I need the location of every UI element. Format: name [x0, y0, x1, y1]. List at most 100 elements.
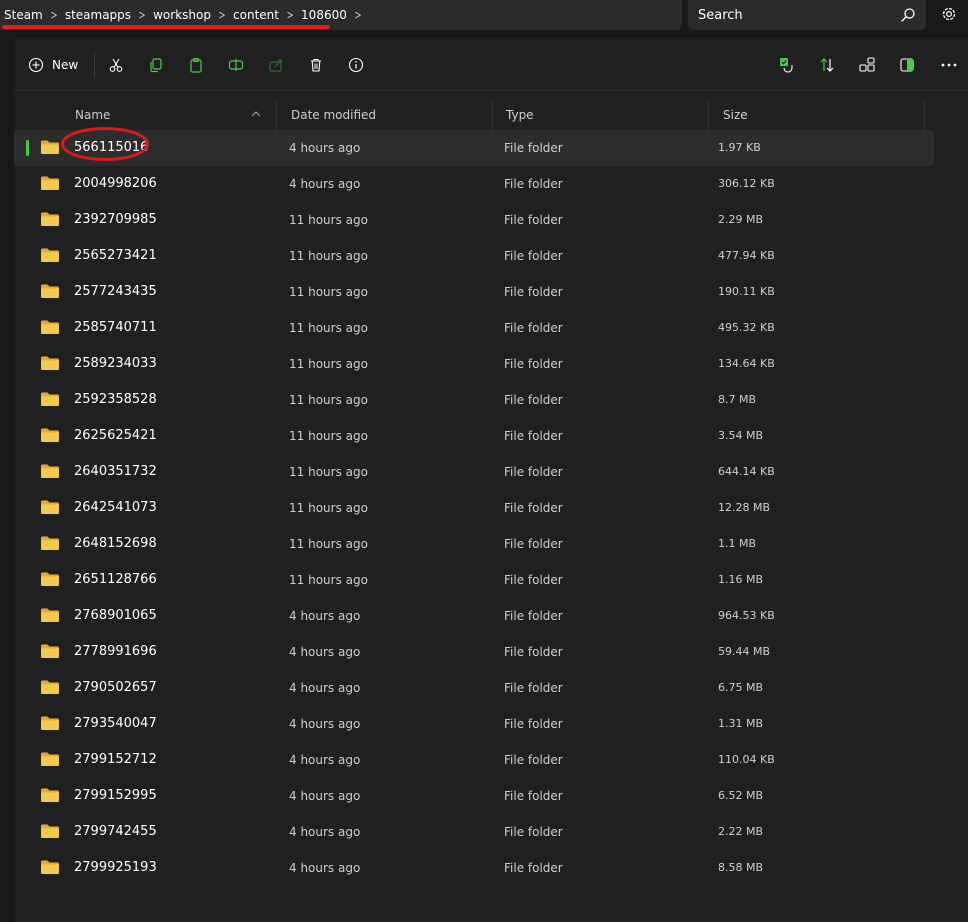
table-row[interactable]: 2799152712 4 hours ago File folder 110.04 K… — [14, 742, 934, 778]
file-date-modified: 4 hours ago — [289, 609, 361, 623]
breadcrumb-item-108600[interactable]: 108600 — [299, 8, 349, 22]
file-type: File folder — [504, 645, 563, 659]
file-name[interactable]: 2592358528 — [74, 382, 157, 418]
folder-icon — [41, 860, 59, 874]
table-row[interactable]: 2589234033 11 hours ago File folder 134.64 … — [14, 346, 934, 382]
breadcrumb-item-steam[interactable]: Steam — [2, 8, 45, 22]
file-name[interactable]: 2799925193 — [74, 850, 157, 886]
file-date-modified: 4 hours ago — [289, 717, 361, 731]
share-button[interactable] — [265, 54, 287, 76]
file-name[interactable]: 2799742455 — [74, 814, 157, 850]
table-row[interactable]: 2642541073 11 hours ago File folder 12.28 M… — [14, 490, 934, 526]
file-size: 306.12 KB — [718, 177, 775, 190]
chevron-right-icon[interactable]: > — [284, 8, 297, 22]
file-name[interactable]: 2799152995 — [74, 778, 157, 814]
table-row[interactable]: 2799152995 4 hours ago File folder 6.52 MB — [14, 778, 934, 814]
file-type: File folder — [504, 681, 563, 695]
table-row[interactable]: 2592358528 11 hours ago File folder 8.7 MB — [14, 382, 934, 418]
column-divider[interactable] — [924, 100, 925, 130]
file-type: File folder — [504, 789, 563, 803]
breadcrumb-item-content[interactable]: content — [231, 8, 281, 22]
column-header-date[interactable]: Date modified — [291, 100, 376, 130]
copy-icon — [150, 58, 162, 73]
more-options-button[interactable] — [938, 54, 960, 76]
new-button[interactable]: New — [28, 52, 78, 78]
column-divider[interactable] — [492, 100, 493, 130]
table-row[interactable]: 2585740711 11 hours ago File folder 495.32 … — [14, 310, 934, 346]
file-name[interactable]: 2651128766 — [74, 562, 157, 598]
preview-pane-button[interactable] — [896, 54, 918, 76]
file-name[interactable]: 2648152698 — [74, 526, 157, 562]
chevron-up-icon[interactable] — [251, 110, 261, 118]
file-type: File folder — [504, 393, 563, 407]
command-bar: New — [14, 38, 968, 91]
file-name[interactable]: 2625625421 — [74, 418, 157, 454]
file-name[interactable]: 2778991696 — [74, 634, 157, 670]
table-row[interactable]: 2790502657 4 hours ago File folder 6.75 MB — [14, 670, 934, 706]
search-icon[interactable] — [900, 7, 916, 23]
breadcrumb-item-steamapps[interactable]: steamapps — [63, 8, 133, 22]
file-type: File folder — [504, 717, 563, 731]
table-row[interactable]: 2768901065 4 hours ago File folder 964.53 K… — [14, 598, 934, 634]
table-row[interactable]: 2793540047 4 hours ago File folder 1.31 MB — [14, 706, 934, 742]
table-row[interactable]: 566115016 4 hours ago File folder 1.97 KB — [14, 127, 934, 166]
breadcrumb-item-workshop[interactable]: workshop — [151, 8, 213, 22]
column-header-type[interactable]: Type — [506, 100, 534, 130]
rename-button[interactable] — [225, 54, 247, 76]
file-name[interactable]: 2004998206 — [74, 166, 157, 202]
chevron-right-icon[interactable]: > — [136, 8, 149, 22]
file-type: File folder — [504, 213, 563, 227]
table-row[interactable]: 2392709985 11 hours ago File folder 2.29 MB — [14, 202, 934, 238]
file-name[interactable]: 2793540047 — [74, 706, 157, 742]
table-row[interactable]: 2004998206 4 hours ago File folder 306.12 K… — [14, 166, 934, 202]
selection-indicator — [26, 140, 29, 156]
column-header-size[interactable]: Size — [723, 100, 748, 130]
folder-icon — [41, 392, 59, 406]
chevron-right-icon[interactable]: > — [352, 8, 365, 22]
file-name[interactable]: 2392709985 — [74, 202, 157, 238]
file-name[interactable]: 2640351732 — [74, 454, 157, 490]
table-row[interactable]: 2565273421 11 hours ago File folder 477.94 … — [14, 238, 934, 274]
column-header-name[interactable]: Name — [75, 100, 110, 130]
folder-icon — [41, 248, 59, 262]
file-size: 134.64 KB — [718, 357, 775, 370]
table-row[interactable]: 2577243435 11 hours ago File folder 190.11 … — [14, 274, 934, 310]
chevron-right-icon[interactable]: > — [216, 8, 229, 22]
chevron-right-icon[interactable]: > — [47, 8, 60, 22]
table-row[interactable]: 2625625421 11 hours ago File folder 3.54 MB — [14, 418, 934, 454]
copy-button[interactable] — [145, 54, 167, 76]
file-name[interactable]: 2768901065 — [74, 598, 157, 634]
view-button[interactable] — [856, 54, 878, 76]
file-name[interactable]: 2642541073 — [74, 490, 157, 526]
table-row[interactable]: 2778991696 4 hours ago File folder 59.44 MB — [14, 634, 934, 670]
table-row[interactable]: 2799925193 4 hours ago File folder 8.58 MB — [14, 850, 934, 886]
file-name[interactable]: 2577243435 — [74, 274, 157, 310]
search-input[interactable]: Search — [688, 8, 900, 23]
file-size: 59.44 MB — [718, 645, 771, 658]
file-size: 1.16 MB — [718, 573, 764, 586]
table-row[interactable]: 2651128766 11 hours ago File folder 1.16 MB — [14, 562, 934, 598]
table-row[interactable]: 2648152698 11 hours ago File folder 1.1 MB — [14, 526, 934, 562]
file-name[interactable]: 2799152712 — [74, 742, 157, 778]
layout-grid-icon — [859, 57, 875, 72]
gear-icon[interactable] — [940, 5, 958, 23]
file-name[interactable]: 2565273421 — [74, 238, 157, 274]
search-box[interactable]: Search — [688, 0, 926, 30]
address-bar[interactable]: Steam > steamapps > workshop > content >… — [0, 0, 682, 30]
table-row[interactable]: 2799742455 4 hours ago File folder 2.22 MB — [14, 814, 934, 850]
column-divider[interactable] — [276, 100, 277, 130]
column-divider[interactable] — [708, 100, 709, 130]
sort-button[interactable] — [816, 54, 838, 76]
select-button[interactable] — [776, 54, 798, 76]
properties-button[interactable] — [345, 54, 367, 76]
delete-button[interactable] — [305, 54, 327, 76]
file-type: File folder — [504, 861, 563, 875]
cut-button[interactable] — [105, 54, 127, 76]
file-name[interactable]: 2790502657 — [74, 670, 157, 706]
table-row[interactable]: 2640351732 11 hours ago File folder 644.14 … — [14, 454, 934, 490]
paste-button[interactable] — [185, 54, 207, 76]
file-name[interactable]: 2589234033 — [74, 346, 157, 382]
file-name[interactable]: 2585740711 — [74, 310, 157, 346]
folder-icon — [41, 680, 59, 694]
trash-icon — [311, 58, 321, 72]
